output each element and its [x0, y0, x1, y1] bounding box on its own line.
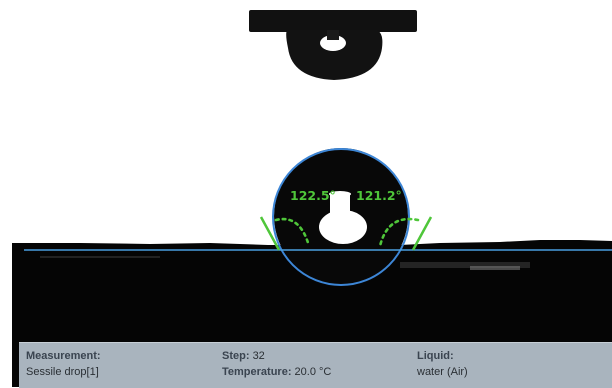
step-label: Step:	[222, 350, 250, 362]
temperature-value: 20.0 °C	[294, 366, 332, 378]
measurement-label: Measurement:	[26, 350, 101, 362]
liquid-field-label: Liquid:	[417, 350, 454, 362]
measurement-value: Sessile drop[1]	[26, 366, 99, 378]
left-contact-angle-label: 122.5°	[290, 188, 336, 203]
temperature-label: Temperature:	[222, 366, 292, 378]
status-bar: Measurement: Sessile drop[1] Step: 32 Te…	[19, 342, 612, 388]
liquid-value: water (Air)	[417, 366, 468, 378]
camera-view: 122.5° 121.2°	[0, 0, 612, 387]
step-value: 32	[252, 350, 265, 362]
measurement-field-label: Measurement:	[26, 350, 101, 362]
right-contact-angle-label: 121.2°	[356, 188, 402, 203]
temperature-field: Temperature: 20.0 °C	[222, 366, 331, 378]
liquid-label: Liquid:	[417, 350, 454, 362]
step-field: Step: 32	[222, 350, 265, 362]
